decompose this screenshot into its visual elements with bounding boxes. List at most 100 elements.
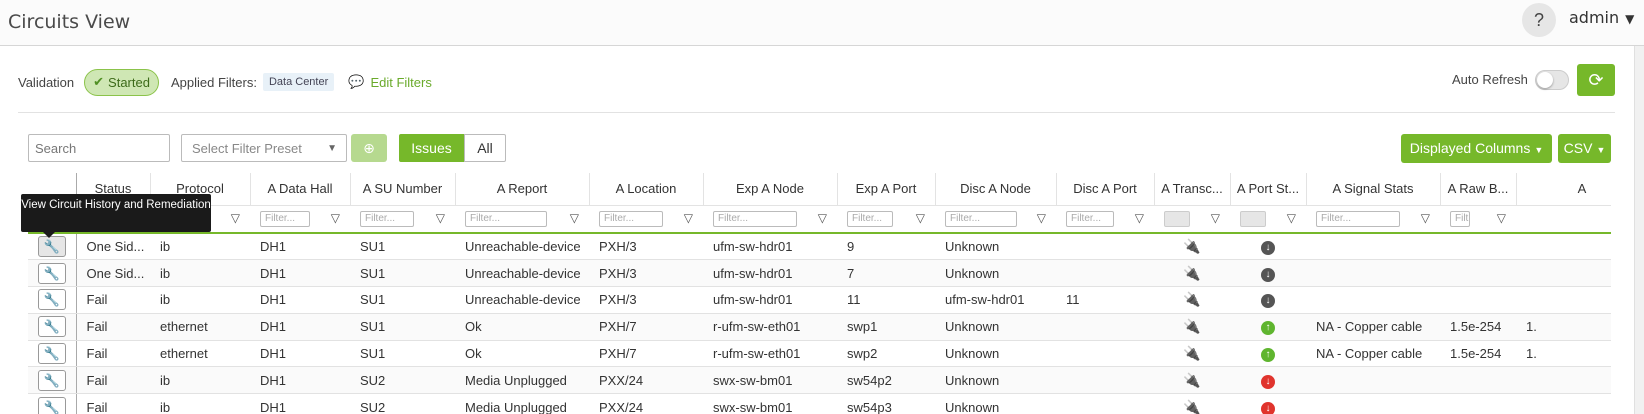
column-filter-input[interactable]: Filter...: [1316, 210, 1400, 227]
column-filter-input[interactable]: Filter...: [847, 210, 893, 227]
cell-port-state: ↑: [1230, 340, 1306, 368]
filter-funnel-icon[interactable]: ▽: [1211, 211, 1220, 225]
column-header[interactable]: A Transc...: [1154, 173, 1231, 206]
all-button[interactable]: All: [464, 134, 506, 162]
cell-status: Fail: [76, 366, 150, 395]
cell-hall: DH1: [250, 366, 350, 395]
filter-funnel-icon[interactable]: ▽: [1421, 211, 1430, 225]
plug-icon: 🔌: [1183, 318, 1201, 335]
table-header-row: Status Protocol A Data Hall A SU Number A Re…: [28, 173, 1611, 206]
column-filter-input[interactable]: Filter...: [360, 210, 414, 227]
filter-cell: Filter... ▽: [589, 205, 703, 234]
column-header[interactable]: Exp A Node: [703, 173, 838, 206]
filter-funnel-icon[interactable]: ▽: [818, 211, 827, 225]
cell-disc-port: [1056, 233, 1154, 261]
column-filter-input[interactable]: [1240, 210, 1266, 227]
filter-cell: Filter... ▽: [935, 205, 1056, 234]
column-filter-input[interactable]: Filter...: [1066, 210, 1114, 227]
cell-disc-node: Unknown: [935, 393, 1056, 414]
save-preset-button[interactable]: ⊕: [351, 134, 387, 162]
validation-status-badge[interactable]: ✔ Started: [84, 68, 159, 96]
cell-raw: [1440, 233, 1516, 261]
column-header[interactable]: A Raw B...: [1440, 173, 1517, 206]
filter-preset-select[interactable]: Select Filter Preset ▼: [181, 134, 347, 162]
row-action-cell: 🔧: [28, 259, 77, 288]
column-header[interactable]: A Signal Stats: [1306, 173, 1441, 206]
circuit-history-button[interactable]: 🔧: [37, 236, 66, 258]
filter-funnel-icon[interactable]: ▽: [1037, 211, 1046, 225]
cell-location: PXX/24: [589, 366, 703, 395]
circuit-history-button[interactable]: 🔧: [37, 396, 66, 414]
circuit-history-button[interactable]: 🔧: [37, 289, 66, 311]
column-filter-input[interactable]: Filter...: [713, 210, 797, 227]
vertical-scrollbar[interactable]: [1634, 46, 1644, 414]
column-filter-input[interactable]: Filter...: [599, 210, 663, 227]
auto-refresh-toggle[interactable]: [1535, 70, 1569, 90]
validation-status-text: Started: [108, 74, 150, 90]
cell-report: Ok: [455, 340, 589, 368]
circuit-history-button[interactable]: 🔧: [37, 262, 66, 284]
circuit-history-button[interactable]: 🔧: [37, 316, 66, 338]
column-header[interactable]: A Location: [589, 173, 704, 206]
cell-raw: 1.5e-254: [1440, 340, 1516, 368]
table-row[interactable]: 🔧 Fail ib DH1 SU1 Unreachable-device PXH/3 ufm-…: [28, 286, 1611, 314]
help-button[interactable]: ?: [1522, 3, 1556, 37]
filter-funnel-icon[interactable]: ▽: [331, 211, 340, 225]
user-menu[interactable]: admin ▼: [1569, 8, 1634, 27]
applied-filters-label: Applied Filters:: [170, 74, 257, 90]
auto-refresh-label: Auto Refresh: [1452, 72, 1528, 87]
arrow-down-icon: ↓: [1261, 241, 1275, 256]
table-row[interactable]: 🔧 Fail ethernet DH1 SU1 Ok PXH/7 r-ufm-sw-eth01…: [28, 340, 1611, 368]
filter-funnel-icon[interactable]: ▽: [570, 211, 579, 225]
plug-icon: 🔌: [1183, 291, 1201, 308]
cell-protocol: ib: [150, 286, 250, 314]
filter-funnel-icon[interactable]: ▽: [916, 211, 925, 225]
circuit-history-button[interactable]: 🔧: [37, 343, 66, 365]
circuit-history-button[interactable]: 🔧: [37, 369, 66, 391]
column-header[interactable]: Disc A Port: [1056, 173, 1155, 206]
column-filter-input[interactable]: [1164, 210, 1190, 227]
filter-funnel-icon[interactable]: ▽: [1497, 211, 1506, 225]
cell-location: PXH/3: [589, 259, 703, 288]
displayed-columns-button[interactable]: Displayed Columns ▼: [1401, 134, 1552, 163]
filter-funnel-icon[interactable]: ▽: [1287, 211, 1296, 225]
column-header[interactable]: A SU Number: [350, 173, 456, 206]
cell-raw: [1440, 286, 1516, 314]
cell-exp-node: ufm-sw-hdr01: [703, 286, 837, 314]
table-row[interactable]: 🔧 One Sid... ib DH1 SU1 Unreachable-device PXH…: [28, 259, 1611, 288]
edit-filters-link[interactable]: Edit Filters: [370, 75, 431, 90]
filter-funnel-icon[interactable]: ▽: [684, 211, 693, 225]
issues-button[interactable]: Issues: [399, 134, 464, 162]
filter-funnel-icon[interactable]: ▽: [436, 211, 445, 225]
plug-icon: 🔌: [1183, 264, 1201, 281]
cell-su: SU2: [350, 393, 455, 414]
column-header[interactable]: A Report: [455, 173, 590, 206]
cell-su: SU1: [350, 286, 455, 314]
column-filter-input[interactable]: Filter...: [465, 210, 547, 227]
filter-funnel-icon[interactable]: ▽: [231, 211, 240, 225]
cell-location: PXH/3: [589, 286, 703, 314]
filter-cell: ▽: [1230, 205, 1306, 234]
filter-cell: Filter... ▽: [1056, 205, 1154, 234]
column-header[interactable]: A Data Hall: [250, 173, 351, 206]
cell-report: Ok: [455, 313, 589, 341]
filter-funnel-icon[interactable]: ▽: [1135, 211, 1144, 225]
column-header[interactable]: Disc A Node: [935, 173, 1057, 206]
column-header[interactable]: A: [1516, 173, 1611, 206]
refresh-button[interactable]: ⟳: [1577, 64, 1615, 96]
search-input[interactable]: [28, 134, 170, 162]
filter-cell: ▽: [1154, 205, 1230, 234]
cell-exp-node: ufm-sw-hdr01: [703, 259, 837, 288]
column-filter-input[interactable]: Filt: [1450, 210, 1470, 227]
table-row[interactable]: 🔧 Fail ib DH1 SU2 Media Unplugged PXX/24 swx-sw…: [28, 393, 1611, 414]
column-filter-input[interactable]: Filter...: [260, 210, 310, 227]
table-row[interactable]: 🔧 Fail ib DH1 SU2 Media Unplugged PXX/24 swx-sw…: [28, 366, 1611, 395]
comment-icon[interactable]: 💬: [348, 74, 364, 90]
table-row[interactable]: 🔧 Fail ethernet DH1 SU1 Ok PXH/7 r-ufm-sw-eth01…: [28, 313, 1611, 341]
table-row[interactable]: 🔧 One Sid... ib DH1 SU1 Unreachable-device PXH…: [28, 233, 1611, 261]
cell-hall: DH1: [250, 393, 350, 414]
column-header[interactable]: Exp A Port: [837, 173, 936, 206]
csv-button[interactable]: CSV ▼: [1558, 134, 1611, 163]
column-header[interactable]: A Port St...: [1230, 173, 1307, 206]
column-filter-input[interactable]: Filter...: [945, 210, 1017, 227]
